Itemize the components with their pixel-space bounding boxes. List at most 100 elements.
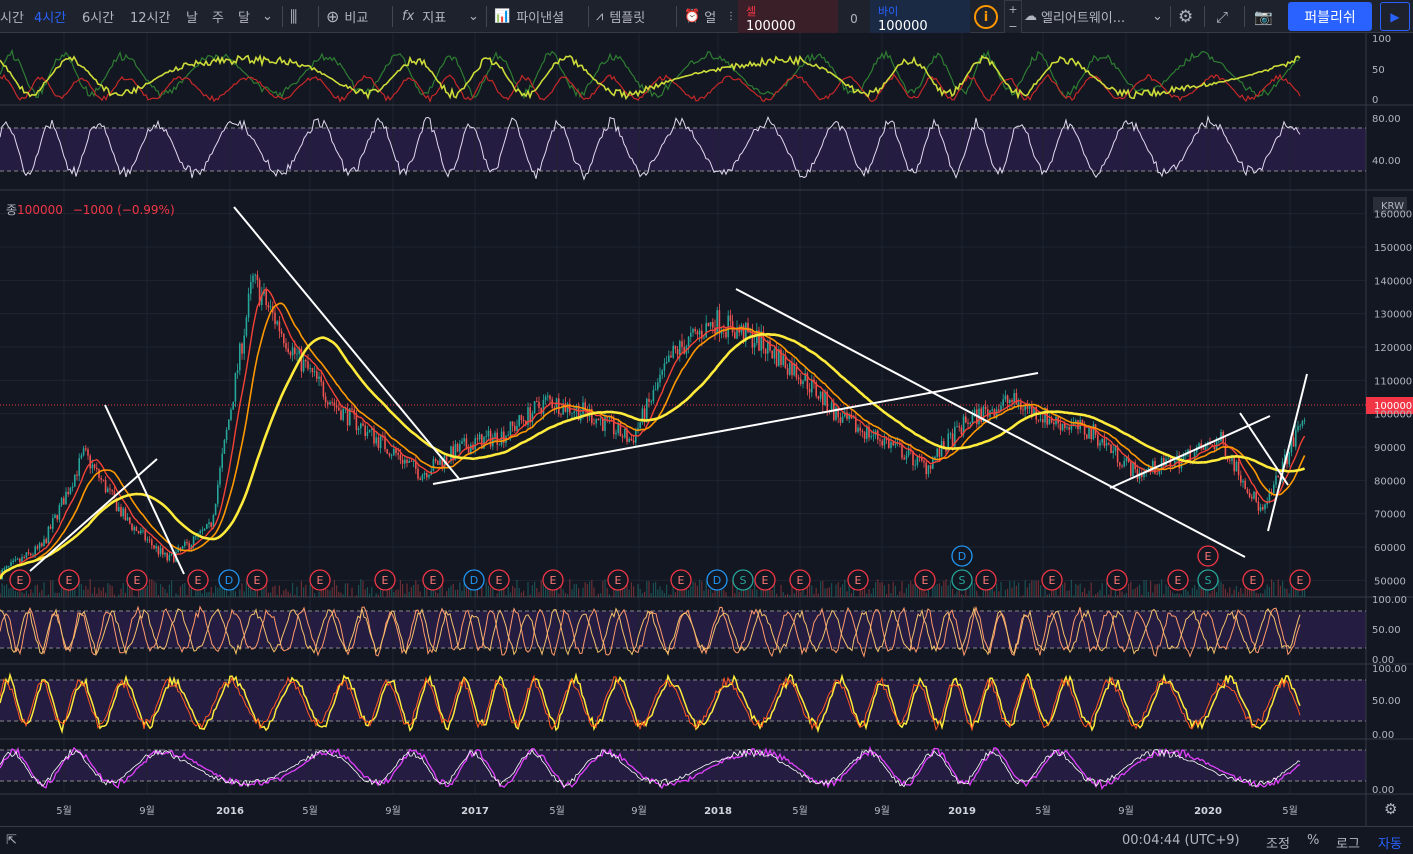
- chart-area[interactable]: E E E E D E E E E D E E E E D S E E E EDS E E E EES E E KRW 10000…: [0, 33, 1413, 826]
- volume-bar: [146, 585, 148, 597]
- volume-bar: [1268, 586, 1270, 597]
- volume-bar: [351, 587, 353, 597]
- candle-body: [1101, 438, 1103, 443]
- volume-bar: [1018, 582, 1020, 597]
- candle-body: [494, 432, 496, 438]
- volume-bar: [347, 583, 349, 597]
- interval-6h[interactable]: 6시간: [82, 0, 114, 33]
- volume-bar: [1031, 580, 1033, 597]
- play-icon[interactable]: ▶: [1380, 2, 1410, 31]
- trendlines[interactable]: [29, 206, 1308, 575]
- volume-bar: [340, 592, 342, 597]
- settings-gear-icon[interactable]: ⚙: [1178, 0, 1193, 33]
- time-axis[interactable]: 5월 9월 2016 5월 9월 2017 5월 9월 2018 5월 9월 2019 5월 9월 2020…: [56, 805, 1298, 817]
- candle-type-icon[interactable]: ⫼: [290, 0, 297, 33]
- candle-body: [1121, 465, 1123, 467]
- volume-bar: [490, 587, 492, 597]
- volume-bar: [1106, 582, 1108, 597]
- layout-button[interactable]: ☁ 엘리어트웨이...: [1024, 0, 1125, 33]
- volume-bar: [1209, 593, 1211, 597]
- layout-dropdown-icon[interactable]: ⌄: [1152, 0, 1163, 33]
- price-axis[interactable]: KRW 100000 16000015000014000013000012000…: [1366, 197, 1413, 587]
- volume-bar: [102, 587, 104, 597]
- publish-button[interactable]: 퍼블리쉬: [1288, 2, 1372, 31]
- candle-body: [507, 435, 509, 437]
- indicators-button[interactable]: fx 지표: [402, 0, 446, 33]
- volume-bar: [899, 591, 901, 597]
- volume-bar: [936, 584, 938, 597]
- volume-bar: [1055, 590, 1057, 597]
- volume-bar: [1158, 583, 1160, 597]
- interval-month[interactable]: 달: [238, 0, 250, 33]
- volume-bar: [529, 594, 531, 597]
- candle-body: [1099, 442, 1101, 446]
- percent-toggle[interactable]: %: [1307, 833, 1319, 848]
- volume-bar: [976, 590, 978, 597]
- interval-week[interactable]: 주: [212, 0, 224, 33]
- volume-bar: [331, 587, 333, 597]
- interval-hour[interactable]: 시간: [0, 0, 24, 33]
- volume-bar: [292, 582, 294, 597]
- log-toggle[interactable]: 로그: [1336, 833, 1360, 852]
- candle-body: [674, 345, 677, 349]
- volume-bar: [215, 585, 217, 597]
- axis-settings-gear-icon[interactable]: ⚙: [1384, 800, 1397, 818]
- info-icon[interactable]: i: [974, 5, 998, 29]
- auto-toggle[interactable]: 자동: [1378, 833, 1402, 852]
- candle-body: [280, 331, 283, 334]
- interval-12h[interactable]: 12시간: [130, 0, 170, 33]
- adjust-toggle[interactable]: 조정: [1266, 833, 1290, 852]
- volume-bar: [39, 592, 41, 597]
- candle-body: [705, 322, 707, 338]
- event-label: E: [254, 574, 261, 587]
- cloud-icon: ☁: [1024, 9, 1037, 24]
- candle-body: [210, 522, 212, 527]
- moving-averages: [0, 288, 1306, 580]
- expand-icon[interactable]: ⇱: [6, 833, 17, 848]
- volume-bar: [646, 581, 648, 597]
- interval-day[interactable]: 날: [186, 0, 198, 33]
- candle-body: [929, 465, 932, 469]
- alert-button[interactable]: ⏰ 얼: [684, 0, 716, 33]
- camera-icon[interactable]: 📷: [1254, 0, 1273, 33]
- fullscreen-icon[interactable]: ⤢: [1216, 0, 1228, 33]
- compare-button[interactable]: ⊕ 비교: [326, 0, 368, 33]
- volume-bar: [925, 592, 927, 597]
- candle-body: [276, 321, 278, 325]
- legend-close: 100000: [17, 203, 63, 217]
- volume-bar: [516, 579, 518, 597]
- volume-bar: [908, 583, 910, 597]
- volume-bar: [149, 579, 151, 597]
- volume-bar: [52, 580, 54, 597]
- quantity-stepper[interactable]: + −: [1004, 0, 1022, 37]
- candle-body: [96, 467, 98, 470]
- volume-bar: [518, 587, 520, 597]
- volume-bar: [349, 596, 351, 597]
- volume-bar: [263, 586, 265, 597]
- interval-4h[interactable]: 4시간: [34, 0, 66, 33]
- financials-button[interactable]: 📊 파이낸셜: [494, 0, 564, 33]
- price-tick: 140000: [1374, 276, 1412, 287]
- volume-bar: [877, 579, 879, 597]
- volume-bar: [338, 591, 340, 597]
- candle-body: [181, 546, 184, 550]
- buy-button[interactable]: 바이 100000: [870, 0, 970, 37]
- templates-button[interactable]: ⩘ 템플릿: [596, 0, 645, 33]
- candle-body: [654, 389, 657, 391]
- candle-body: [1077, 420, 1079, 430]
- interval-dropdown-icon[interactable]: ⌄: [262, 0, 273, 33]
- candle-body: [571, 412, 573, 414]
- volume-bar: [1077, 585, 1079, 597]
- candle-body: [1240, 475, 1242, 483]
- volume-bar: [828, 587, 830, 597]
- candle-body: [665, 362, 668, 364]
- indicators-dropdown-icon[interactable]: ⌄: [468, 0, 479, 33]
- candle-body: [256, 274, 259, 281]
- sell-button[interactable]: 셀 100000: [738, 0, 838, 37]
- candle-body: [1011, 399, 1013, 402]
- candle-body: [305, 359, 307, 362]
- candle-body: [388, 453, 391, 456]
- volume-bar: [842, 584, 844, 597]
- candle-body: [19, 558, 21, 562]
- clock[interactable]: 00:04:44 (UTC+9): [1122, 833, 1240, 848]
